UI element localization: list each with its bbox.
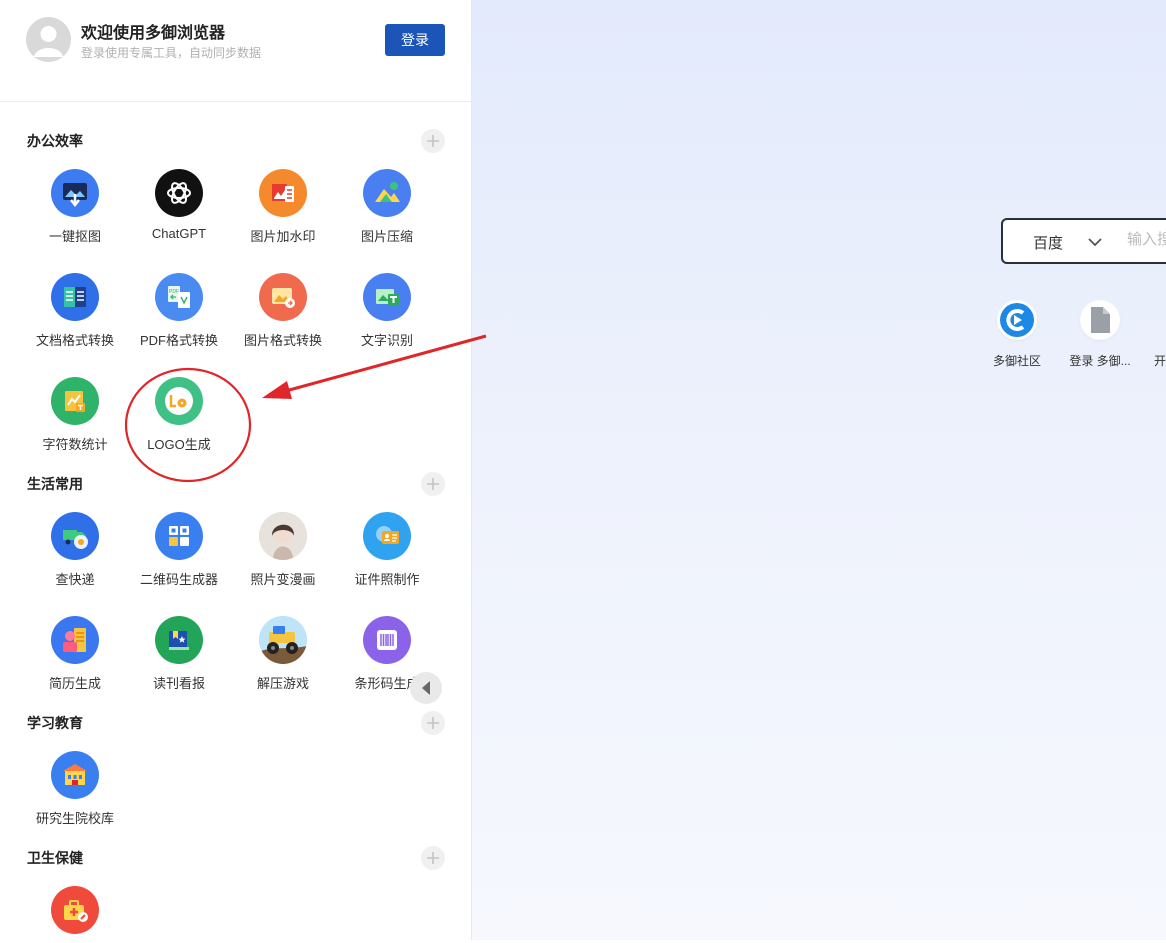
logo-generator-icon xyxy=(155,377,203,425)
avatar[interactable] xyxy=(26,17,71,62)
tool-label: 图片压缩 xyxy=(360,229,413,244)
tool-label: LOGO生成 xyxy=(147,437,211,452)
tool-label: 简历生成 xyxy=(48,676,101,691)
plus-icon xyxy=(427,852,439,864)
tool-id-photo[interactable]: 证件照制作 xyxy=(335,512,439,588)
plus-icon xyxy=(427,135,439,147)
tool-image-cutout[interactable]: 一键抠图 xyxy=(23,169,127,245)
tool-label: 字符数统计 xyxy=(42,437,108,452)
tool-image-convert[interactable]: 图片格式转换 xyxy=(231,273,335,349)
quick-link-label: 登录 多御... xyxy=(1069,354,1131,368)
duoyu-community-icon xyxy=(997,300,1037,340)
tool-label: 一键抠图 xyxy=(48,229,101,244)
tools-panel: 欢迎使用多御浏览器 登录使用专属工具，自动同步数据 登录 办公效率 一键抠图 C… xyxy=(0,0,472,940)
tool-label: 读刊看报 xyxy=(152,676,205,691)
section-title-daily: 生活常用 xyxy=(27,476,83,492)
welcome-title: 欢迎使用多御浏览器 xyxy=(81,25,226,42)
image-convert-icon xyxy=(259,273,307,321)
section-title-office: 办公效率 xyxy=(27,133,83,149)
tool-doc-convert[interactable]: 文档格式转换 xyxy=(23,273,127,349)
tool-reading[interactable]: 读刊看报 xyxy=(127,616,231,692)
qrcode-icon xyxy=(155,512,203,560)
tool-label: ChatGPT xyxy=(151,226,207,241)
tool-chatgpt[interactable]: ChatGPT xyxy=(127,169,231,241)
add-tool-button[interactable] xyxy=(421,472,445,496)
tool-label: 解压游戏 xyxy=(256,676,309,691)
login-button[interactable]: 登录 xyxy=(385,24,445,56)
game-icon xyxy=(259,616,307,664)
image-compress-icon xyxy=(363,169,411,217)
tool-label: 证件照制作 xyxy=(354,572,420,587)
tool-label: 图片格式转换 xyxy=(243,333,322,348)
plus-icon xyxy=(427,478,439,490)
quick-link-partial[interactable]: 开 xyxy=(1148,300,1166,369)
tool-game[interactable]: 解压游戏 xyxy=(231,616,335,692)
tool-school[interactable]: 研究生院校库 xyxy=(23,751,127,827)
triangle-left-icon xyxy=(422,681,430,695)
chatgpt-icon xyxy=(155,169,203,217)
add-tool-button[interactable] xyxy=(421,129,445,153)
watermark-icon xyxy=(259,169,307,217)
add-tool-button[interactable] xyxy=(421,711,445,735)
tool-photo-cartoon[interactable]: 照片变漫画 xyxy=(231,512,335,588)
tool-label: 照片变漫画 xyxy=(250,572,316,587)
tool-label: PDF格式转换 xyxy=(139,333,218,348)
tool-medical[interactable] xyxy=(23,886,127,943)
express-icon xyxy=(51,512,99,560)
char-count-icon xyxy=(51,377,99,425)
photo-cartoon-icon xyxy=(259,512,307,560)
search-engine-selector[interactable]: 百度 xyxy=(1033,232,1063,253)
ocr-icon xyxy=(363,273,411,321)
tool-pdf-convert[interactable]: PDF PDF格式转换 xyxy=(127,273,231,349)
image-cutout-icon xyxy=(51,169,99,217)
welcome-subtitle: 登录使用专属工具，自动同步数据 xyxy=(81,46,262,60)
doc-convert-icon xyxy=(51,273,99,321)
school-icon xyxy=(51,751,99,799)
search-input[interactable] xyxy=(1125,230,1166,249)
id-photo-icon xyxy=(363,512,411,560)
tool-char-count[interactable]: 字符数统计 xyxy=(23,377,127,453)
reading-icon xyxy=(155,616,203,664)
scroll-left-button[interactable] xyxy=(410,672,442,704)
tool-image-compress[interactable]: 图片压缩 xyxy=(335,169,439,245)
tool-label: 文档格式转换 xyxy=(35,333,114,348)
add-tool-button[interactable] xyxy=(421,846,445,870)
resume-icon xyxy=(51,616,99,664)
divider xyxy=(0,101,471,102)
tool-label: 研究生院校库 xyxy=(35,811,114,826)
quick-link-label: 开 xyxy=(1154,354,1166,368)
tool-express[interactable]: 查快递 xyxy=(23,512,127,588)
pdf-convert-icon: PDF xyxy=(155,273,203,321)
section-title-health: 卫生保健 xyxy=(27,850,83,866)
barcode-icon xyxy=(363,616,411,664)
tool-label: 查快递 xyxy=(55,572,95,587)
tool-label: 图片加水印 xyxy=(250,229,316,244)
tool-label: 文字识别 xyxy=(360,333,413,348)
tool-logo-generator[interactable]: LOGO生成 xyxy=(127,377,231,453)
svg-text:PDF: PDF xyxy=(169,289,179,295)
quick-link-login[interactable]: 登录 多御... xyxy=(1065,300,1135,369)
tool-resume[interactable]: 简历生成 xyxy=(23,616,127,692)
tool-ocr[interactable]: 文字识别 xyxy=(335,273,439,349)
new-tab-page: 百度 多御社区 登录 多御... 开 Bai du 经验 jingyan.bai… xyxy=(472,0,1166,940)
section-title-education: 学习教育 xyxy=(27,715,83,731)
document-icon xyxy=(1080,300,1120,340)
quick-link-community[interactable]: 多御社区 xyxy=(982,300,1052,369)
tool-label: 二维码生成器 xyxy=(139,572,218,587)
tool-qrcode[interactable]: 二维码生成器 xyxy=(127,512,231,588)
tool-watermark[interactable]: 图片加水印 xyxy=(231,169,335,245)
quick-link-label: 多御社区 xyxy=(992,354,1041,368)
search-box[interactable]: 百度 xyxy=(1001,218,1166,264)
medical-kit-icon xyxy=(51,886,99,934)
plus-icon xyxy=(427,717,439,729)
chevron-down-icon[interactable] xyxy=(1087,234,1103,250)
